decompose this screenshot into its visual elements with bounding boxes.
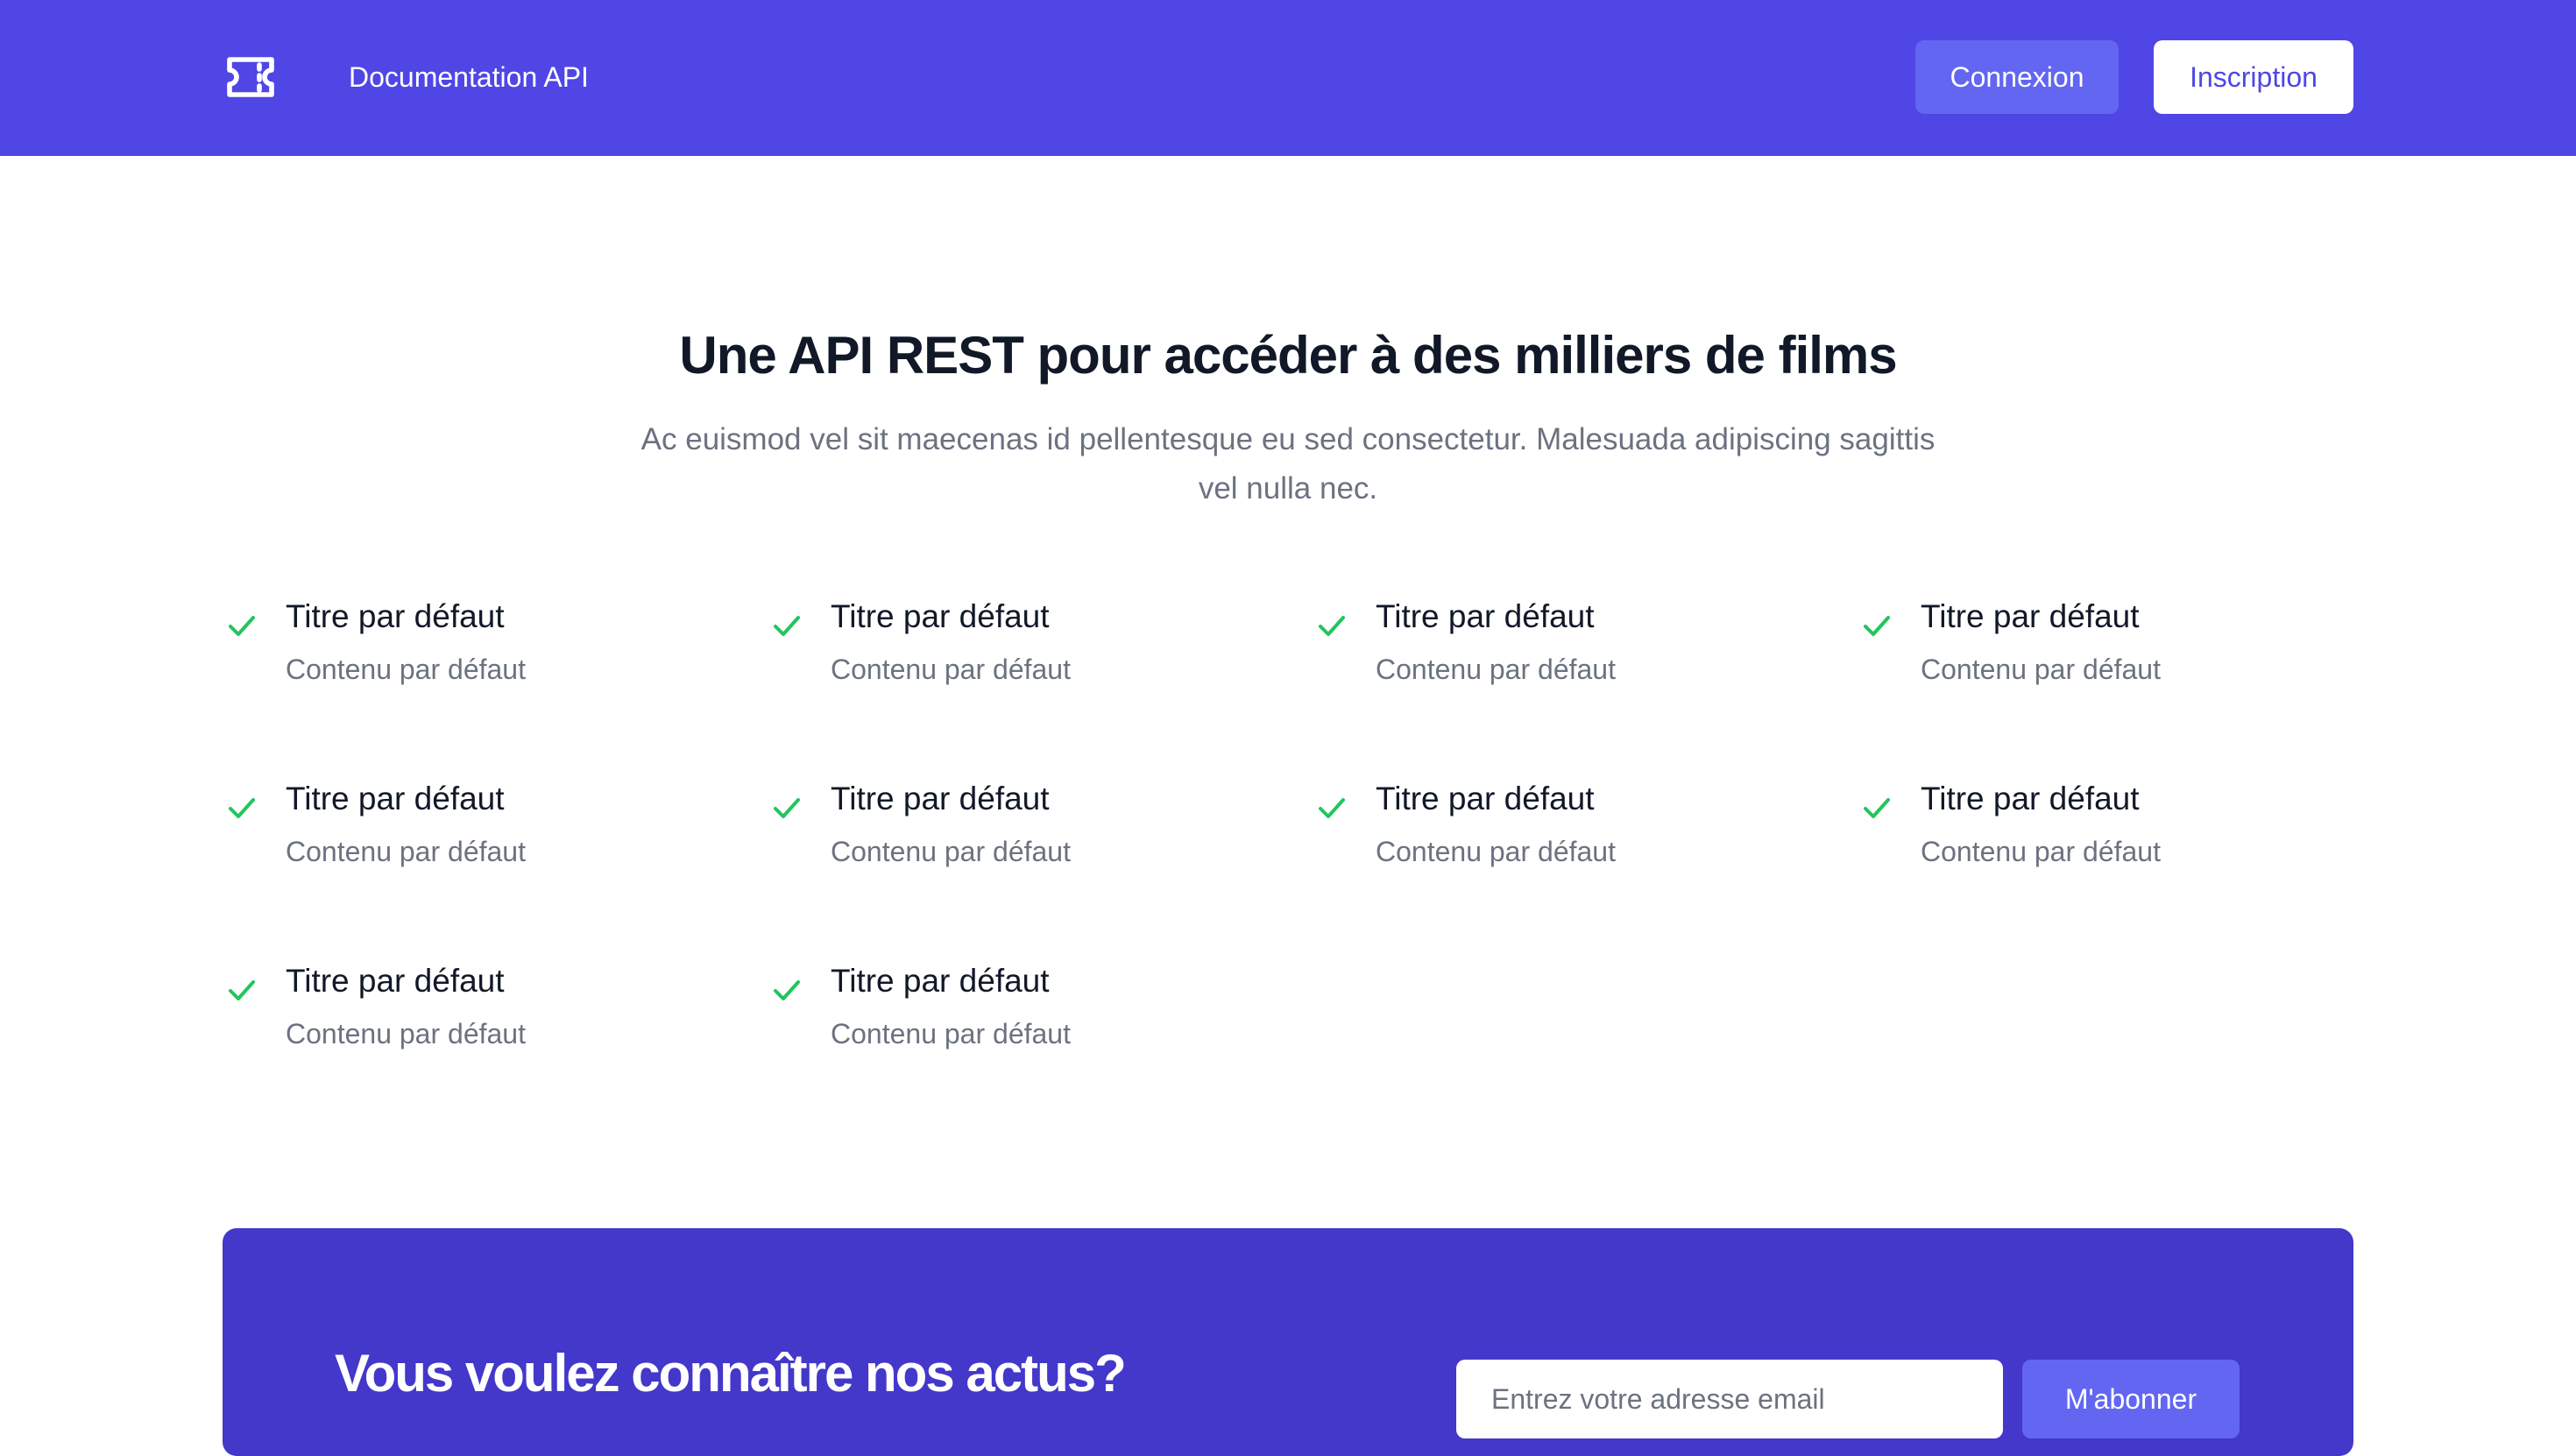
subscribe-button[interactable]: M'abonner bbox=[2022, 1360, 2240, 1438]
ticket-icon[interactable] bbox=[224, 54, 277, 100]
feature-title: Titre par défaut bbox=[831, 598, 1050, 634]
feature-title: Titre par défaut bbox=[1921, 598, 2140, 634]
newsletter-title: Vous voulez connaître nos actus? bbox=[335, 1344, 1127, 1403]
newsletter-email-input[interactable] bbox=[1456, 1360, 2003, 1438]
feature-item: Titre par défaut Contenu par défaut bbox=[769, 774, 1260, 897]
feature-title: Titre par défaut bbox=[831, 963, 1050, 999]
login-button[interactable]: Connexion bbox=[1915, 40, 2119, 114]
feature-description: Contenu par défaut bbox=[831, 836, 1071, 867]
check-icon bbox=[769, 608, 804, 643]
newsletter-banner: Vous voulez connaître nos actus? M'abonn… bbox=[223, 1228, 2353, 1456]
feature-item: Titre par défaut Contenu par défaut bbox=[769, 957, 1260, 1079]
check-icon bbox=[1314, 790, 1349, 825]
check-icon bbox=[224, 608, 259, 643]
check-icon bbox=[1859, 608, 1894, 643]
feature-item: Titre par défaut Contenu par défaut bbox=[1314, 774, 1805, 897]
features-subtitle: Ac euismod vel sit maecenas id pellentes… bbox=[640, 422, 1936, 505]
feature-description: Contenu par défaut bbox=[1376, 654, 1616, 685]
feature-description: Contenu par défaut bbox=[1376, 836, 1616, 867]
feature-title: Titre par défaut bbox=[1921, 781, 2140, 816]
feature-item: Titre par défaut Contenu par défaut bbox=[769, 592, 1260, 715]
check-icon bbox=[769, 790, 804, 825]
signup-button[interactable]: Inscription bbox=[2154, 40, 2353, 114]
feature-description: Contenu par défaut bbox=[286, 1018, 526, 1050]
feature-title: Titre par défaut bbox=[1376, 781, 1595, 816]
top-navbar: Documentation API Connexion Inscription bbox=[0, 0, 2576, 156]
feature-description: Contenu par défaut bbox=[1921, 836, 2161, 867]
feature-title: Titre par défaut bbox=[286, 598, 505, 634]
features-title: Une API REST pour accéder à des milliers… bbox=[679, 326, 1897, 385]
nav-link-api-docs[interactable]: Documentation API bbox=[349, 60, 589, 95]
feature-item: Titre par défaut Contenu par défaut bbox=[1859, 774, 2350, 897]
feature-item: Titre par défaut Contenu par défaut bbox=[224, 774, 715, 897]
feature-title: Titre par défaut bbox=[286, 963, 505, 999]
feature-item: Titre par défaut Contenu par défaut bbox=[1314, 592, 1805, 715]
feature-description: Contenu par défaut bbox=[831, 654, 1071, 685]
feature-description: Contenu par défaut bbox=[831, 1018, 1071, 1050]
check-icon bbox=[1859, 790, 1894, 825]
feature-item: Titre par défaut Contenu par défaut bbox=[224, 592, 715, 715]
feature-title: Titre par défaut bbox=[1376, 598, 1595, 634]
feature-item: Titre par défaut Contenu par défaut bbox=[1859, 592, 2350, 715]
feature-description: Contenu par défaut bbox=[1921, 654, 2161, 685]
check-icon bbox=[769, 972, 804, 1007]
feature-title: Titre par défaut bbox=[831, 781, 1050, 816]
feature-description: Contenu par défaut bbox=[286, 836, 526, 867]
check-icon bbox=[224, 790, 259, 825]
check-icon bbox=[1314, 608, 1349, 643]
feature-description: Contenu par défaut bbox=[286, 654, 526, 685]
check-icon bbox=[224, 972, 259, 1007]
feature-item: Titre par défaut Contenu par défaut bbox=[224, 957, 715, 1079]
feature-title: Titre par défaut bbox=[286, 781, 505, 816]
